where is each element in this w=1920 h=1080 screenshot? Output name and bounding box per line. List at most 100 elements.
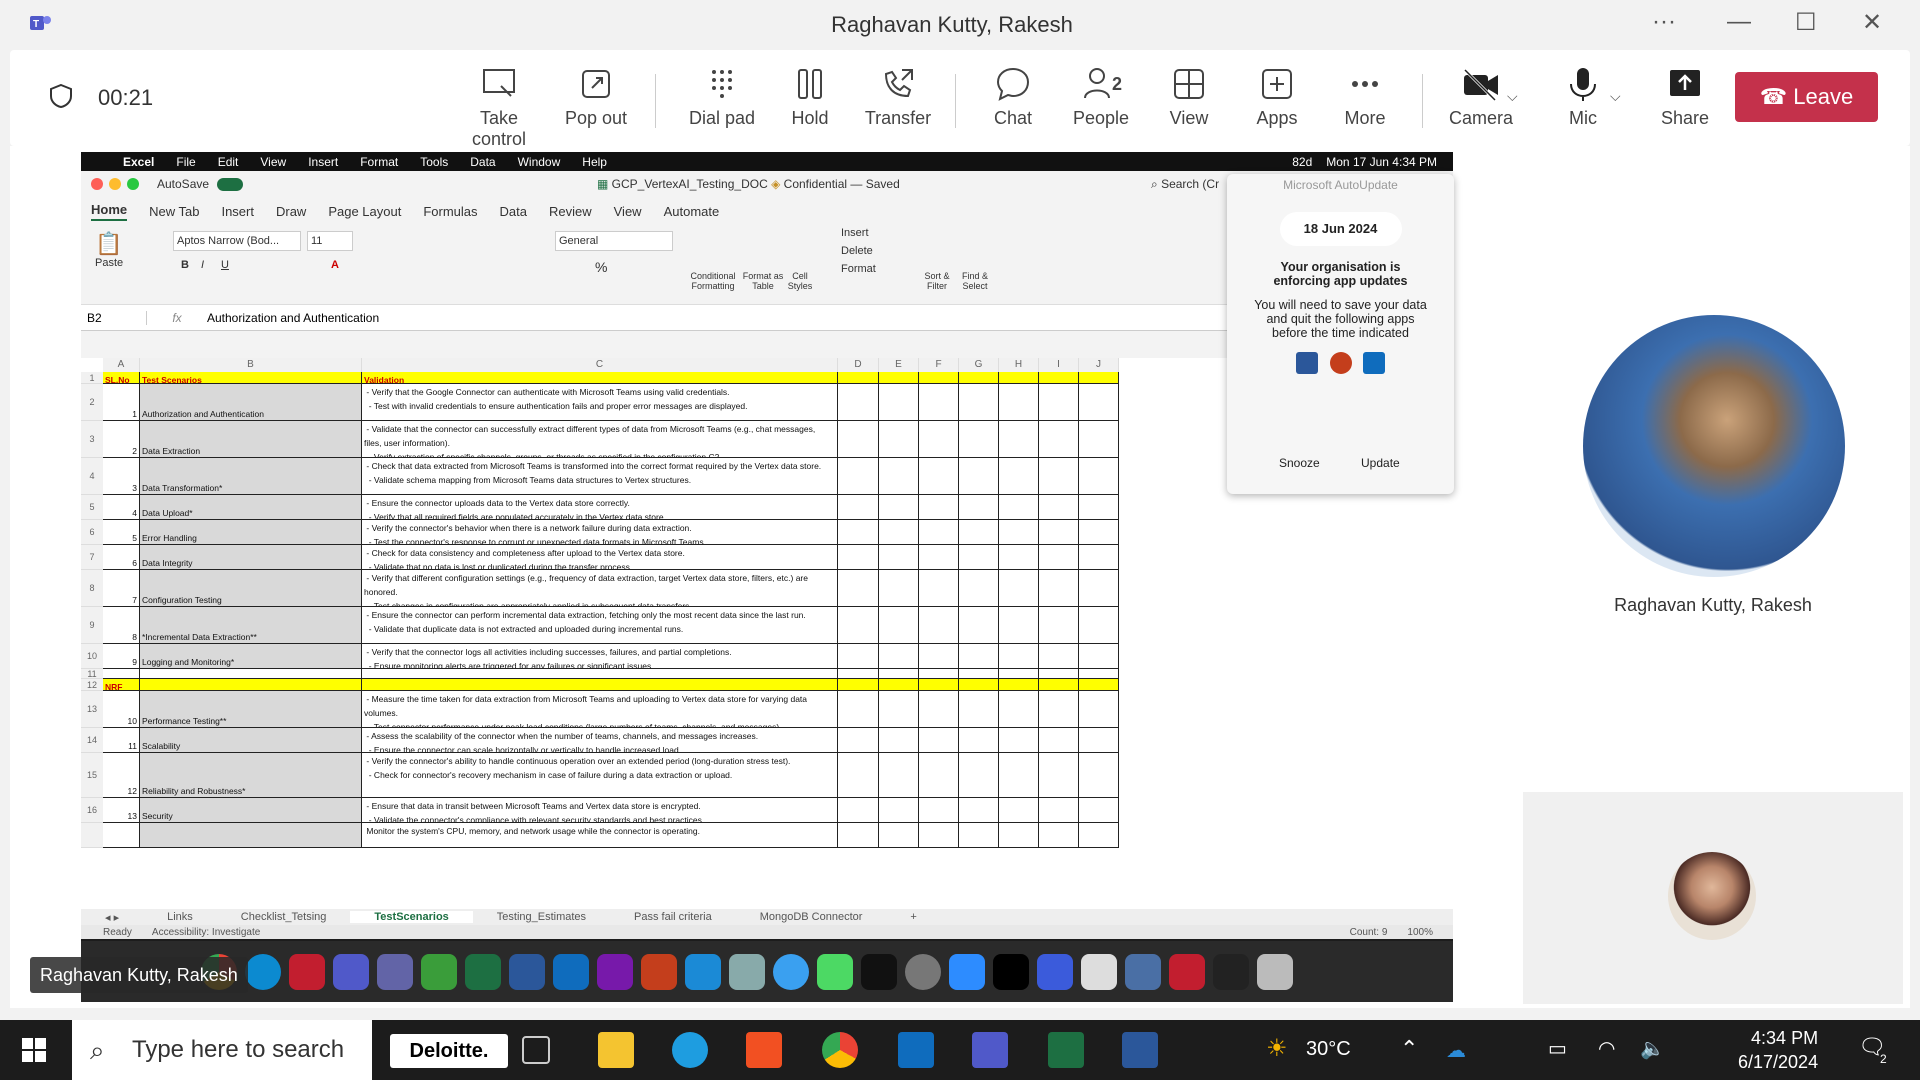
chrome-taskbar-icon[interactable] bbox=[822, 1032, 858, 1068]
empty-cell[interactable] bbox=[1079, 458, 1119, 495]
update-button[interactable]: Update bbox=[1353, 453, 1408, 473]
empty-cell[interactable] bbox=[879, 728, 919, 753]
empty-cell[interactable] bbox=[838, 679, 879, 691]
screen-capture-icon[interactable] bbox=[1213, 953, 1249, 990]
scenario-cell[interactable]: Data Extraction bbox=[140, 421, 362, 458]
snooze-button[interactable]: Snooze bbox=[1271, 453, 1328, 473]
tab-data[interactable]: Data bbox=[500, 204, 527, 219]
empty-cell[interactable] bbox=[879, 679, 919, 691]
empty-cell[interactable] bbox=[959, 384, 999, 421]
menu-format[interactable]: Format bbox=[360, 155, 398, 169]
outlook-dock-icon[interactable] bbox=[553, 953, 589, 990]
empty-cell[interactable] bbox=[838, 520, 879, 545]
scenario-cell[interactable]: Scalability bbox=[140, 728, 362, 753]
excel-taskbar-icon[interactable] bbox=[1048, 1032, 1084, 1068]
scenario-cell[interactable]: Data Integrity bbox=[140, 545, 362, 570]
empty-cell[interactable] bbox=[879, 798, 919, 823]
scenario-cell[interactable]: Authorization and Authentication bbox=[140, 384, 362, 421]
font-color-icon[interactable]: A bbox=[331, 259, 339, 271]
empty-cell[interactable] bbox=[838, 669, 879, 679]
tab-page-layout[interactable]: Page Layout bbox=[328, 204, 401, 219]
minimize-button[interactable]: — bbox=[1727, 8, 1751, 36]
empty-cell[interactable] bbox=[838, 798, 879, 823]
transfer-button[interactable]: Transfer bbox=[853, 66, 943, 129]
empty-cell[interactable] bbox=[999, 384, 1039, 421]
empty-cell[interactable] bbox=[959, 421, 999, 458]
close-dot-icon[interactable] bbox=[91, 178, 103, 190]
remote-desktop-icon[interactable] bbox=[1125, 953, 1161, 990]
empty-cell[interactable] bbox=[999, 728, 1039, 753]
launchpad-icon[interactable] bbox=[729, 953, 765, 990]
zoom-icon[interactable] bbox=[949, 953, 985, 990]
menu-data[interactable]: Data bbox=[470, 155, 495, 169]
dialpad-app-icon[interactable] bbox=[1037, 953, 1073, 990]
header-validation[interactable]: Validation bbox=[362, 372, 838, 384]
empty-cell[interactable] bbox=[1079, 607, 1119, 644]
empty-cell[interactable] bbox=[1079, 384, 1119, 421]
empty-cell[interactable] bbox=[1039, 607, 1079, 644]
empty-cell[interactable] bbox=[1039, 679, 1079, 691]
word-taskbar-icon[interactable] bbox=[1122, 1032, 1158, 1068]
validation-cell[interactable]: - Verify that different configuration se… bbox=[362, 570, 838, 607]
file-explorer-icon[interactable] bbox=[598, 1032, 634, 1068]
sl-no-cell[interactable]: 12 bbox=[103, 753, 140, 798]
sort-filter-button[interactable]: Sort & Filter bbox=[919, 271, 955, 291]
tab-insert[interactable]: Insert bbox=[221, 204, 254, 219]
validation-cell[interactable]: - Verify the connector's behavior when t… bbox=[362, 520, 838, 545]
sl-no-cell[interactable]: 1 bbox=[103, 384, 140, 421]
scenario-cell[interactable]: Data Upload* bbox=[140, 495, 362, 520]
tab-home[interactable]: Home bbox=[91, 202, 128, 221]
messages-icon[interactable] bbox=[817, 953, 853, 990]
percent-icon[interactable]: % bbox=[595, 259, 607, 275]
empty-cell[interactable] bbox=[838, 644, 879, 669]
teams-new-dock-icon[interactable] bbox=[377, 953, 413, 990]
empty-cell[interactable] bbox=[103, 669, 140, 679]
empty-cell[interactable] bbox=[838, 570, 879, 607]
empty-cell[interactable] bbox=[879, 823, 919, 848]
more-options-icon[interactable]: ··· bbox=[1652, 8, 1676, 36]
sheet-tab-testscenarios[interactable]: TestScenarios bbox=[350, 911, 473, 923]
scenario-cell[interactable] bbox=[140, 823, 362, 848]
onenote-dock-icon[interactable] bbox=[597, 953, 633, 990]
sl-no-cell[interactable]: 9 bbox=[103, 644, 140, 669]
sl-no-cell[interactable]: 10 bbox=[103, 691, 140, 728]
empty-cell[interactable] bbox=[1079, 753, 1119, 798]
edge-taskbar-icon[interactable] bbox=[672, 1032, 708, 1068]
empty-cell[interactable] bbox=[919, 384, 959, 421]
scenario-cell[interactable]: Logging and Monitoring* bbox=[140, 644, 362, 669]
scenario-cell[interactable]: Data Transformation* bbox=[140, 458, 362, 495]
conditional-formatting-button[interactable]: Conditional Formatting bbox=[681, 271, 745, 291]
empty-cell[interactable] bbox=[919, 679, 959, 691]
empty-cell[interactable] bbox=[999, 644, 1039, 669]
sl-no-cell[interactable]: 2 bbox=[103, 421, 140, 458]
view-button[interactable]: View bbox=[1144, 66, 1234, 129]
menu-file[interactable]: File bbox=[176, 155, 195, 169]
empty-cell[interactable] bbox=[999, 570, 1039, 607]
empty-cell[interactable] bbox=[879, 421, 919, 458]
empty-cell[interactable] bbox=[1039, 691, 1079, 728]
empty-cell[interactable] bbox=[838, 421, 879, 458]
validation-cell[interactable]: - Assess the scalability of the connecto… bbox=[362, 728, 838, 753]
sl-no-cell[interactable]: 11 bbox=[103, 728, 140, 753]
empty-cell[interactable] bbox=[999, 495, 1039, 520]
powerpoint-dock-icon[interactable] bbox=[641, 953, 677, 990]
task-view-icon[interactable] bbox=[522, 1036, 550, 1064]
empty-cell[interactable] bbox=[838, 495, 879, 520]
menu-window[interactable]: Window bbox=[518, 155, 561, 169]
tab-review[interactable]: Review bbox=[549, 204, 592, 219]
validation-cell[interactable]: - Verify that the connector logs all act… bbox=[362, 644, 838, 669]
validation-cell[interactable]: - Verify the connector's ability to hand… bbox=[362, 753, 838, 798]
empty-cell[interactable] bbox=[1039, 644, 1079, 669]
zoom-dot-icon[interactable] bbox=[127, 178, 139, 190]
empty-cell[interactable] bbox=[838, 384, 879, 421]
bold-button[interactable]: B bbox=[181, 259, 189, 271]
empty-cell[interactable] bbox=[999, 372, 1039, 384]
maximize-button[interactable]: ☐ bbox=[1795, 8, 1817, 37]
terminal-icon[interactable] bbox=[993, 953, 1029, 990]
settings-icon[interactable] bbox=[905, 953, 941, 990]
empty-cell[interactable] bbox=[999, 669, 1039, 679]
empty-cell[interactable] bbox=[959, 823, 999, 848]
empty-cell[interactable] bbox=[919, 545, 959, 570]
validation-cell[interactable]: - Verify that the Google Connector can a… bbox=[362, 384, 838, 421]
empty-cell[interactable] bbox=[1039, 669, 1079, 679]
